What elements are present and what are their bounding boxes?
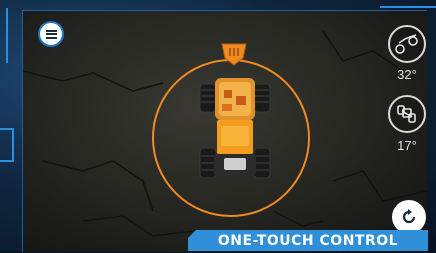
front-tilt-truck-icon (395, 34, 418, 54)
front-tilt-value: 32° (397, 67, 417, 82)
menu-button[interactable] (38, 21, 64, 47)
side-tilt-truck-icon (397, 105, 416, 123)
frame-line-left-notch-v (12, 128, 14, 162)
frame-line-left (6, 8, 8, 63)
hamburger-menu-icon (45, 28, 57, 40)
reset-rotate-icon (402, 209, 416, 224)
monster-truck-top-view (199, 78, 271, 179)
reset-button[interactable] (392, 200, 426, 234)
side-tilt-value: 17° (397, 138, 417, 153)
front-tilt-button[interactable] (388, 25, 426, 63)
side-tilt-button[interactable] (388, 95, 426, 133)
one-touch-control-banner: ONE-TOUCH CONTROL (188, 230, 428, 251)
frame-line-top (380, 6, 436, 8)
steering-handle-tab[interactable] (219, 42, 249, 66)
